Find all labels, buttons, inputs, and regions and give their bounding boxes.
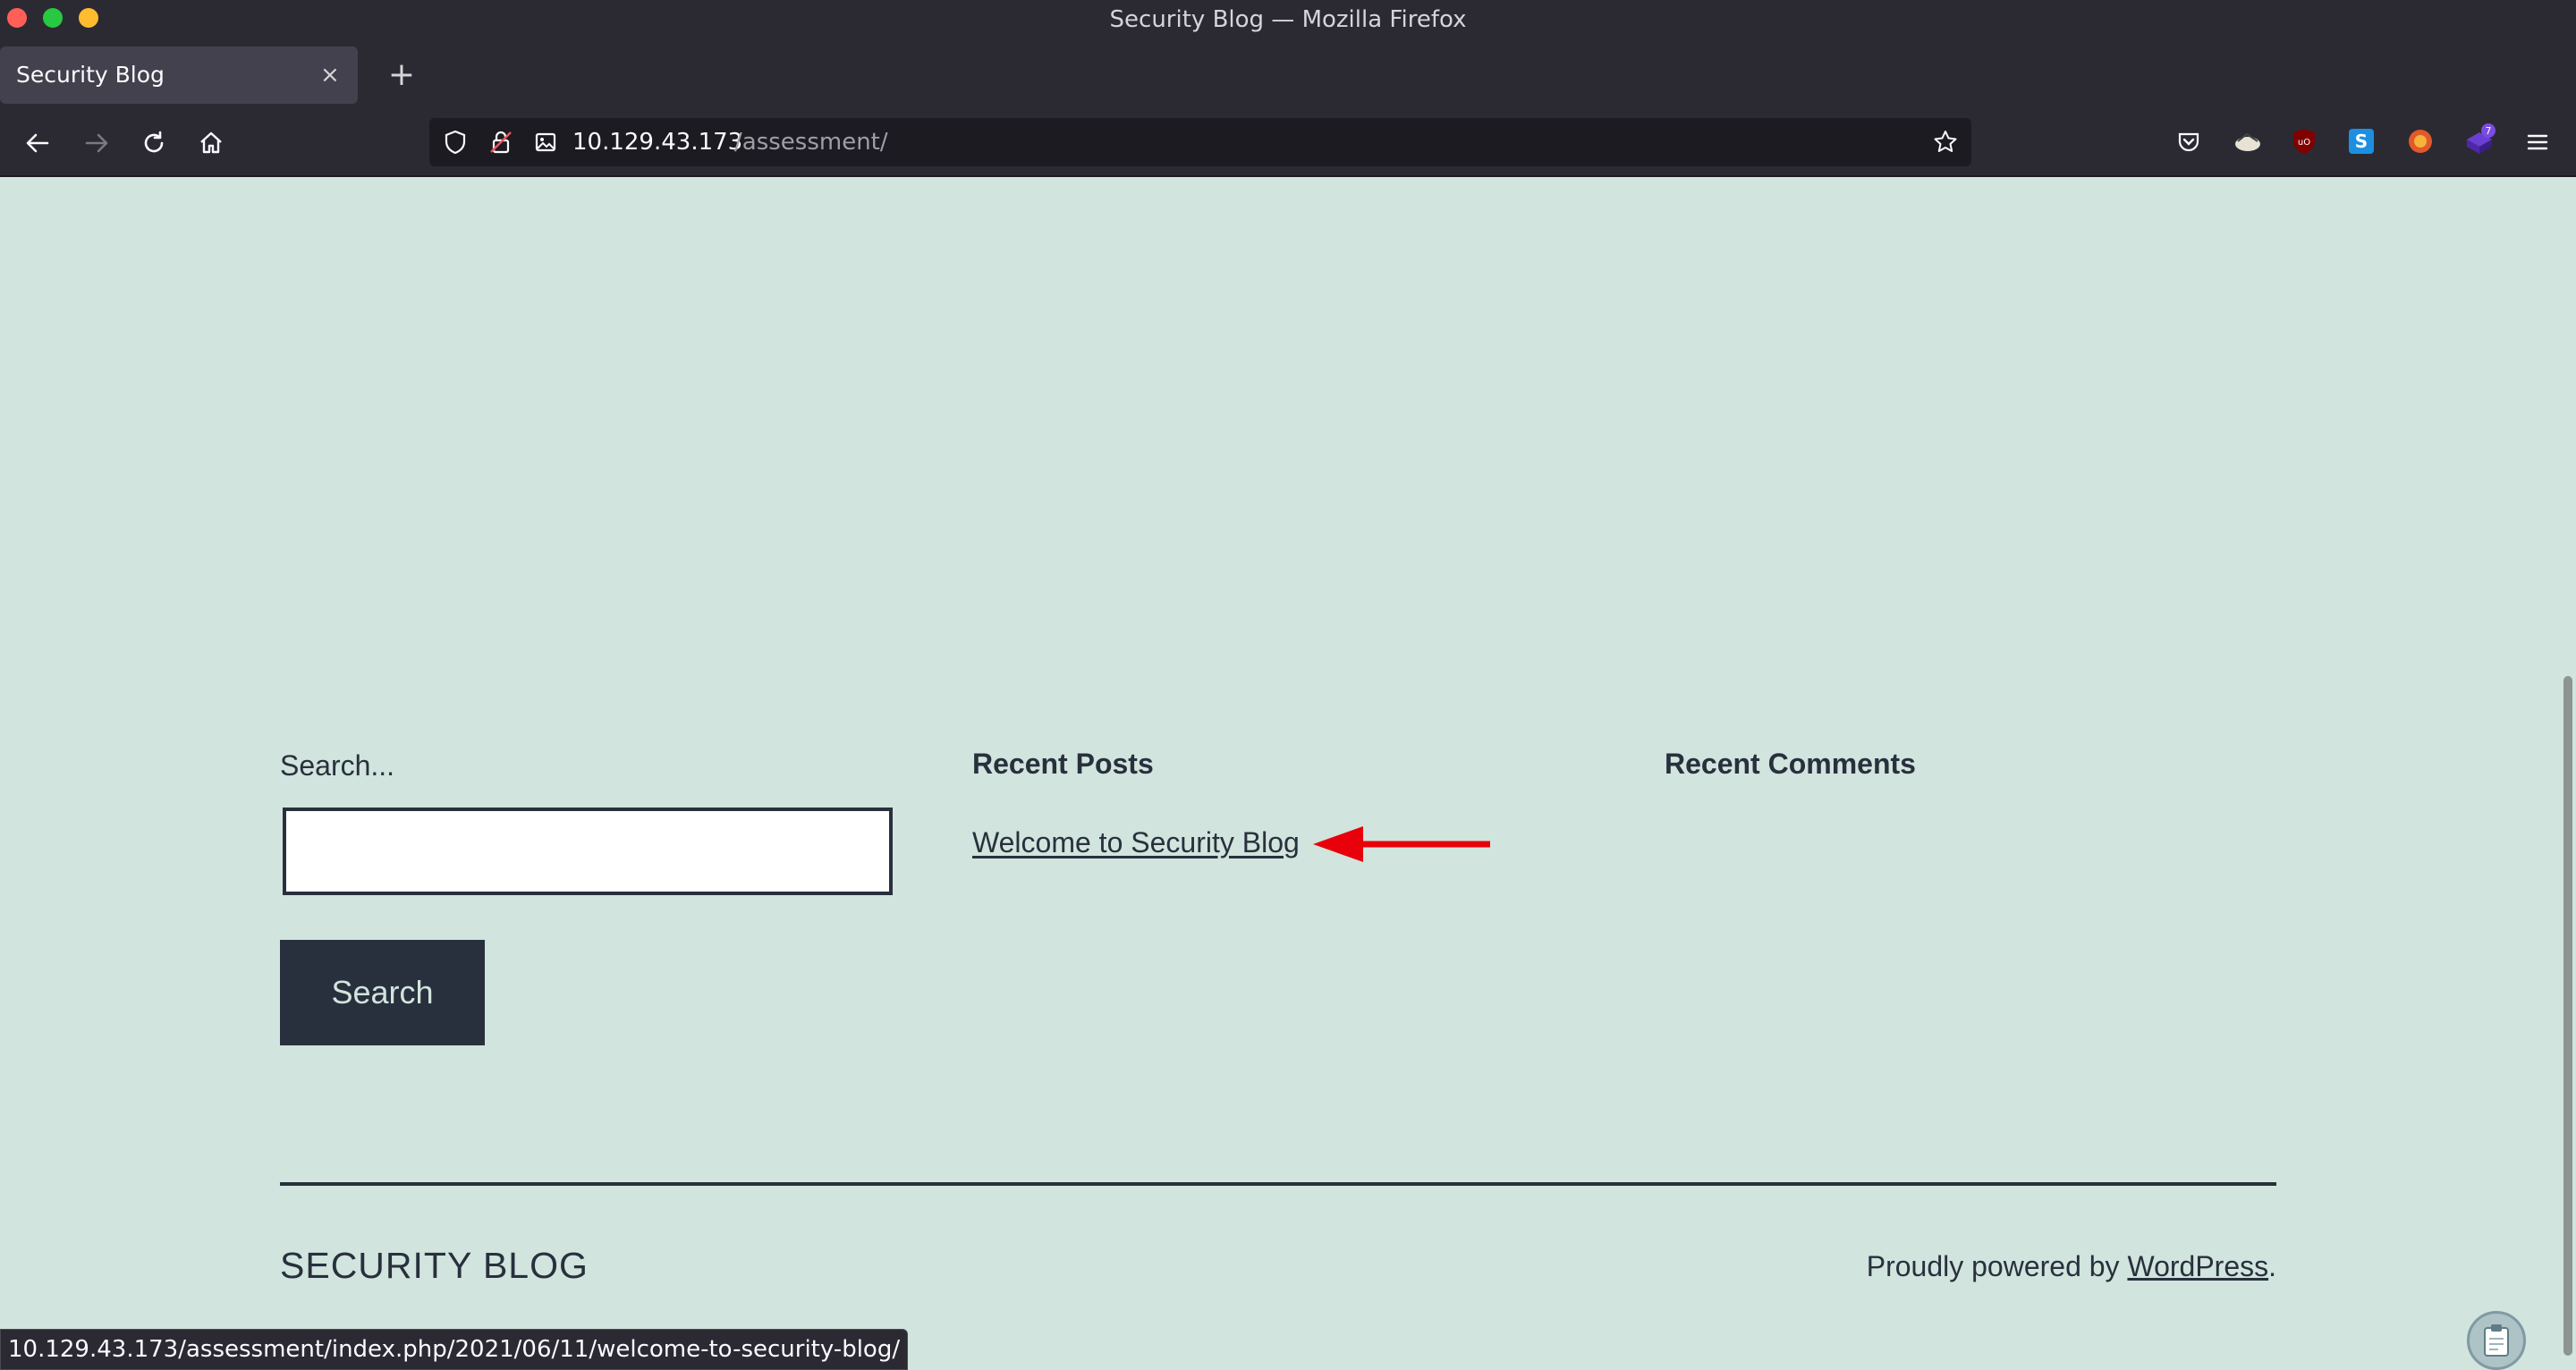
image-icon[interactable] (532, 129, 559, 159)
status-bar-url: 10.129.43.173/assessment/index.php/2021/… (0, 1329, 909, 1370)
recent-comments-heading: Recent Comments (1665, 748, 1916, 780)
search-button[interactable]: Search (280, 940, 485, 1045)
url-path: /assessment/ (734, 129, 888, 156)
new-tab-button[interactable]: + (379, 47, 424, 104)
footer-divider (280, 1182, 2276, 1186)
foxyproxy-icon[interactable] (2406, 127, 2435, 159)
ublock-icon[interactable]: uO (2290, 127, 2318, 159)
powered-suffix: . (2268, 1250, 2276, 1282)
recent-post-link[interactable]: Welcome to Security Blog (972, 826, 1300, 859)
extension-badge-count: 7 (2486, 125, 2492, 137)
svg-text:uO: uO (2298, 138, 2310, 148)
search-label: Search... (280, 749, 395, 782)
annotation-arrow-icon (1311, 825, 1494, 867)
extension-badge-icon[interactable]: 7 (2463, 123, 2496, 161)
search-input[interactable] (283, 808, 893, 895)
s-extension-icon[interactable]: S (2347, 127, 2376, 159)
bookmark-star-icon[interactable] (1932, 129, 1959, 159)
clipboard-icon[interactable] (2467, 1311, 2526, 1370)
back-icon[interactable] (18, 123, 57, 163)
scrollbar-thumb[interactable] (2563, 676, 2572, 1356)
reload-icon[interactable] (134, 123, 174, 163)
window-title: Security Blog — Mozilla Firefox (1109, 6, 1467, 33)
forward-icon[interactable] (77, 123, 116, 163)
shield-icon[interactable] (442, 129, 469, 159)
tab-label: Security Blog (16, 62, 165, 88)
home-icon[interactable] (191, 123, 231, 163)
pocket-icon[interactable] (2175, 129, 2202, 159)
tab-close-icon[interactable]: × (320, 47, 340, 104)
recent-posts-heading: Recent Posts (972, 748, 1154, 780)
menu-icon[interactable] (2524, 129, 2551, 159)
wordpress-link[interactable]: WordPress (2127, 1250, 2268, 1282)
powered-by: Proudly powered by WordPress. (1867, 1250, 2276, 1283)
svg-text:S: S (2355, 131, 2368, 152)
url-host: 10.129.43.173 (572, 129, 743, 156)
powered-prefix: Proudly powered by (1866, 1250, 2128, 1282)
lock-icon[interactable] (487, 129, 514, 159)
extension-icon[interactable] (2233, 129, 2263, 159)
footer-site-title[interactable]: SECURITY BLOG (280, 1245, 589, 1287)
